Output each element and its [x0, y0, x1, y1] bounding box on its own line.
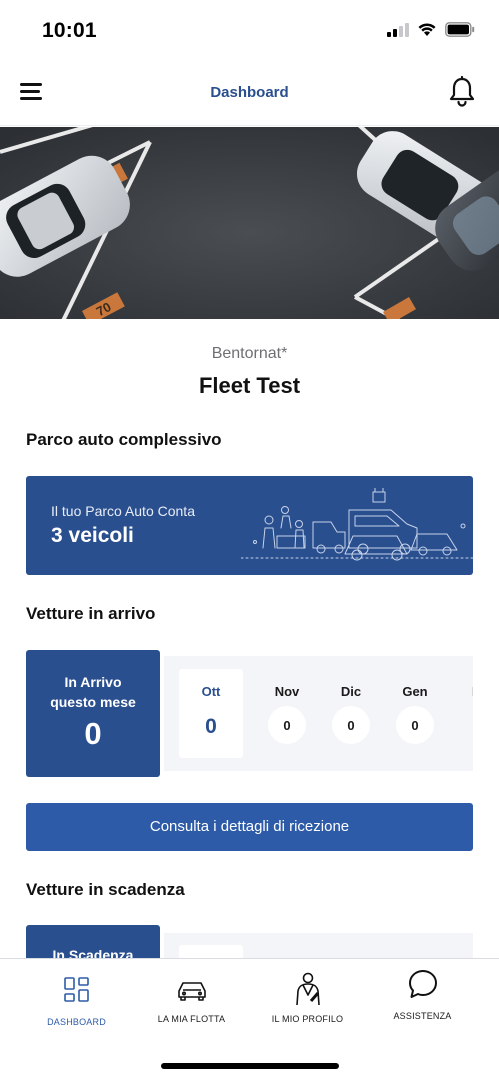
bottom-navigation: DASHBOARD LA MIA FLOTTA IL MIO PROFILO A…: [0, 958, 499, 1080]
nav-my-fleet[interactable]: LA MIA FLOTTA: [129, 959, 254, 1039]
fleet-illustration-icon: [241, 488, 473, 561]
month-card-nov[interactable]: Nov 0: [255, 656, 319, 771]
arrivals-this-month-count: 0: [84, 716, 102, 751]
nav-my-profile[interactable]: IL MIO PROFILO: [245, 959, 370, 1039]
arrivals-section-title: Vetture in arrivo: [26, 604, 156, 623]
bell-icon[interactable]: [447, 75, 477, 108]
month-value: 0: [396, 706, 434, 744]
home-indicator[interactable]: [161, 1063, 339, 1069]
nav-label: DASHBOARD: [47, 1017, 106, 1027]
cellular-signal-icon: [387, 22, 409, 37]
app-header: Dashboard: [0, 62, 499, 126]
hero-parking-image: 2469 70: [0, 127, 499, 319]
nav-label: ASSISTENZA: [393, 1011, 452, 1021]
status-time: 10:01: [42, 19, 97, 42]
arrivals-this-month-label: In Arrivo questo mese: [50, 674, 136, 710]
month-name: Ott: [201, 684, 221, 699]
expiring-section-title: Vetture in scadenza: [26, 880, 185, 899]
fleet-count-label: Il tuo Parco Auto Conta: [51, 503, 195, 519]
battery-icon: [445, 22, 475, 37]
arrival-months-carousel[interactable]: Ott 0 Nov 0 Dic 0 Gen 0 F: [164, 656, 473, 771]
page-title: Dashboard: [210, 84, 289, 101]
status-bar: 10:01: [0, 0, 499, 62]
dashboard-grid-icon: [63, 977, 89, 1002]
nav-assistance[interactable]: ASSISTENZA: [360, 959, 485, 1039]
month-card-background: [179, 669, 243, 758]
nav-label: IL MIO PROFILO: [271, 1014, 344, 1024]
month-value: 0: [332, 706, 370, 744]
month-card-ott[interactable]: Ott 0: [164, 656, 243, 771]
reception-details-button[interactable]: Consulta i dettagli di ricezione: [26, 803, 473, 851]
month-card-dic[interactable]: Dic 0: [319, 656, 383, 771]
fleet-section-title: Parco auto complessivo: [26, 430, 222, 449]
status-icons: [387, 22, 475, 37]
car-icon: [177, 982, 206, 1001]
month-value: 0: [205, 715, 217, 738]
month-name: F: [444, 684, 473, 699]
user-name: Fleet Test: [198, 373, 301, 398]
month-name: Dic: [340, 684, 362, 699]
fleet-summary-card[interactable]: Il tuo Parco Auto Conta 3 veicoli: [26, 476, 473, 575]
chat-bubble-icon: [408, 970, 437, 998]
nav-dashboard[interactable]: DASHBOARD: [14, 959, 139, 1039]
fleet-count-value: 3 veicoli: [51, 524, 134, 547]
month-name: Gen: [402, 684, 428, 699]
driver-profile-icon: [295, 972, 320, 1006]
month-value: 0: [268, 706, 306, 744]
nav-label: LA MIA FLOTTA: [157, 1014, 226, 1024]
arrivals-this-month-card: In Arrivo questo mese 0: [26, 650, 160, 777]
wifi-icon: [418, 23, 436, 36]
month-card-feb[interactable]: F: [444, 656, 473, 771]
greeting-salutation: Bentornat*: [211, 345, 288, 362]
month-card-gen[interactable]: Gen 0: [383, 656, 447, 771]
month-name: Nov: [274, 684, 300, 699]
